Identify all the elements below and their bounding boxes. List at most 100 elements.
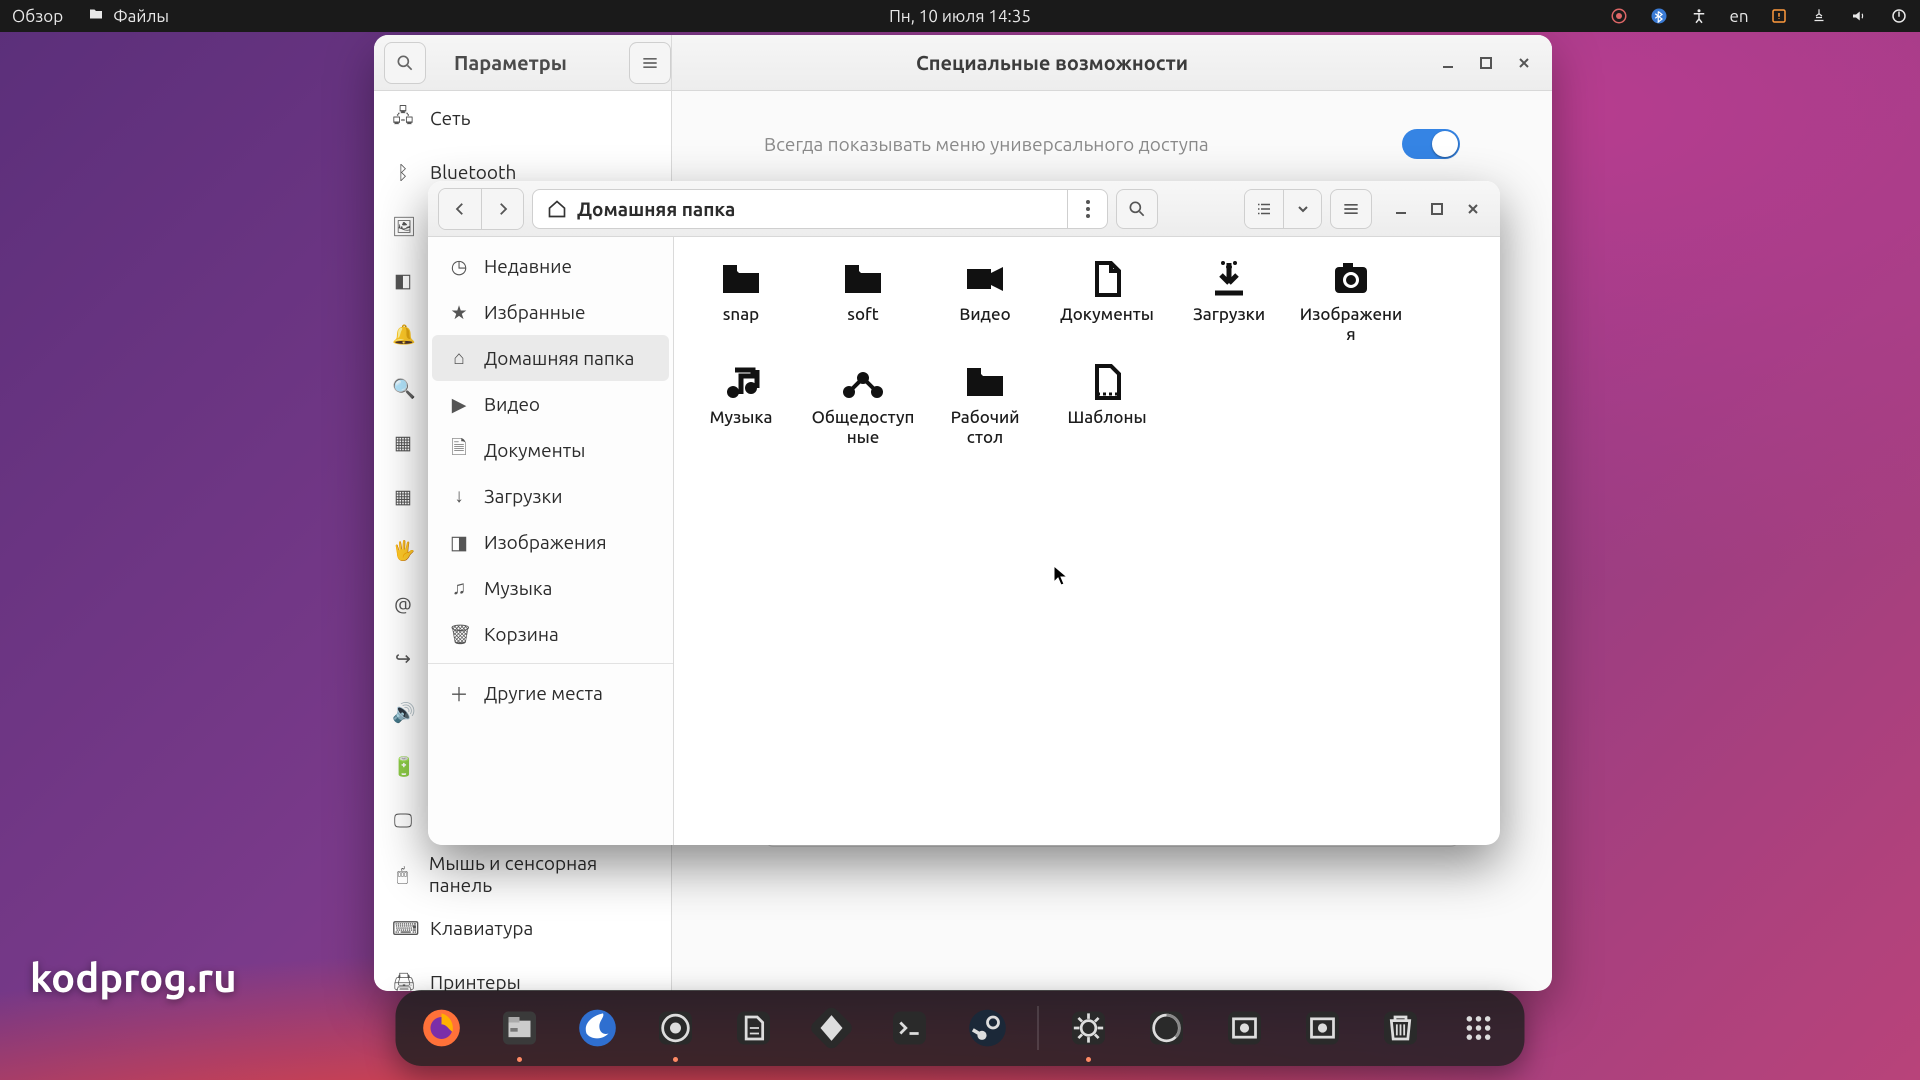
path-label: Домашняя папка xyxy=(577,198,735,220)
network-icon[interactable] xyxy=(1810,7,1828,25)
file-item[interactable]: soft xyxy=(808,253,918,352)
settings-sidebar-item[interactable]: 🖧Сеть xyxy=(374,91,671,145)
accessibility-icon[interactable] xyxy=(1690,7,1708,25)
dock-screenshot[interactable] xyxy=(1217,1000,1273,1056)
nav-forward-button[interactable] xyxy=(481,189,523,229)
settings-sidebar-item[interactable]: 🖨 Принтеры xyxy=(374,955,671,991)
files-sidebar-trash[interactable]: 🗑 Корзина xyxy=(432,611,669,657)
dock-trash[interactable] xyxy=(1373,1000,1429,1056)
file-label: Рабочий стол xyxy=(932,408,1038,449)
file-item[interactable]: Изображения xyxy=(1296,253,1406,352)
sidebar-icon: ⌨ xyxy=(392,917,414,940)
settings-sidebar-item[interactable]: ⌨Клавиатура xyxy=(374,901,671,955)
file-item[interactable]: Видео xyxy=(930,253,1040,352)
files-sidebar-pictures[interactable]: ◨Изображения xyxy=(432,519,669,565)
always-show-a11y-toggle[interactable] xyxy=(1402,129,1460,159)
files-sidebar[interactable]: ◷ Недавние ★Избранные⌂Домашняя папка ▶ Видео… xyxy=(428,237,674,845)
videos-icon: ▶ xyxy=(448,393,470,416)
folder-icon xyxy=(717,259,765,299)
app-menu-files[interactable]: Файлы xyxy=(87,5,169,27)
files-grid[interactable]: snap soft Видео ДокументыЗагрузки Изображени… xyxy=(674,237,1500,845)
dock-files[interactable] xyxy=(492,1000,548,1056)
updates-icon[interactable] xyxy=(1770,7,1788,25)
sidebar-icon: 🖵 xyxy=(392,809,414,832)
files-sidebar-documents[interactable]: 🗎Документы xyxy=(432,427,669,473)
file-item[interactable]: Рабочий стол xyxy=(930,356,1040,455)
dock-thunderbird[interactable] xyxy=(570,1000,626,1056)
file-item[interactable]: Загрузки xyxy=(1174,253,1284,352)
bluetooth-icon[interactable] xyxy=(1650,7,1668,25)
sidebar-icon: 🖨 xyxy=(392,971,414,992)
activities-label: Обзор xyxy=(12,7,63,26)
file-item[interactable]: Общедоступные xyxy=(808,356,918,455)
sidebar-icon: 🖼 xyxy=(392,215,414,238)
files-sidebar-label: Изображения xyxy=(484,531,607,553)
sidebar-icon: ◧ xyxy=(392,269,414,292)
file-label: soft xyxy=(847,305,878,325)
volume-icon[interactable] xyxy=(1850,7,1868,25)
dock-document[interactable] xyxy=(726,1000,782,1056)
minimize-button[interactable] xyxy=(1432,47,1464,79)
trash-icon: 🗑 xyxy=(448,623,470,646)
path-bar[interactable]: Домашняя папка xyxy=(532,189,1108,229)
dock-settings[interactable] xyxy=(1061,1000,1117,1056)
file-item[interactable]: Документы xyxy=(1052,253,1162,352)
file-item[interactable]: Музыка xyxy=(686,356,796,455)
files-sidebar-videos[interactable]: ▶ Видео xyxy=(432,381,669,427)
pictures-icon xyxy=(1327,259,1375,299)
files-sidebar-label: Недавние xyxy=(484,255,572,277)
maximize-button[interactable] xyxy=(1470,47,1502,79)
menu-button[interactable] xyxy=(629,42,671,84)
view-dropdown-button[interactable] xyxy=(1283,190,1321,228)
files-search-button[interactable] xyxy=(1116,189,1158,229)
top-panel: Обзор Файлы Пн, 10 июля 14:35 en xyxy=(0,0,1920,32)
sidebar-item-label: Принтеры xyxy=(430,971,521,991)
files-sidebar-downloads[interactable]: ↓Загрузки xyxy=(432,473,669,519)
files-sidebar-label: Видео xyxy=(484,393,540,415)
file-item[interactable]: snap xyxy=(686,253,796,352)
desktop-icon xyxy=(961,362,1009,402)
dock-terminal[interactable] xyxy=(882,1000,938,1056)
files-sidebar-label: Корзина xyxy=(484,623,559,645)
activities-button[interactable]: Обзор xyxy=(12,7,63,26)
folder-icon xyxy=(839,259,887,299)
file-label: Изображения xyxy=(1298,305,1404,346)
dock-firefox[interactable] xyxy=(414,1000,470,1056)
dock-apps[interactable] xyxy=(1451,1000,1507,1056)
settings-page-title: Специальные возможности xyxy=(672,51,1432,74)
dock-screenshot2[interactable] xyxy=(1295,1000,1351,1056)
sidebar-item-label: Bluetooth xyxy=(430,161,516,183)
files-maximize-button[interactable] xyxy=(1420,192,1454,226)
dock xyxy=(396,990,1525,1066)
close-button[interactable] xyxy=(1508,47,1540,79)
files-sidebar-starred[interactable]: ★Избранные xyxy=(432,289,669,335)
dock-steam[interactable] xyxy=(960,1000,1016,1056)
dock-obs[interactable] xyxy=(648,1000,704,1056)
clock[interactable]: Пн, 10 июля 14:35 xyxy=(889,7,1031,26)
recent-icon: ◷ xyxy=(448,255,470,278)
videos-icon xyxy=(961,259,1009,299)
dock-inkscape[interactable] xyxy=(804,1000,860,1056)
files-sidebar-recent[interactable]: ◷ Недавние xyxy=(432,243,669,289)
keyboard-layout[interactable]: en xyxy=(1730,7,1748,25)
files-sidebar-music[interactable]: ♫Музыка xyxy=(432,565,669,611)
files-sidebar-home[interactable]: ⌂Домашняя папка xyxy=(432,335,669,381)
search-button[interactable] xyxy=(384,42,426,84)
files-sidebar-label: Домашняя папка xyxy=(484,347,634,369)
nav-back-button[interactable] xyxy=(439,189,481,229)
record-indicator-icon[interactable] xyxy=(1610,7,1628,25)
path-more-button[interactable] xyxy=(1067,190,1107,228)
settings-sidebar-item[interactable]: 🖱Мышь и сенсорная панель xyxy=(374,847,671,901)
hamburger-button[interactable] xyxy=(1330,189,1372,229)
files-minimize-button[interactable] xyxy=(1384,192,1418,226)
power-icon[interactable] xyxy=(1890,7,1908,25)
sidebar-icon: 🖱 xyxy=(392,863,413,886)
dock-recorder[interactable] xyxy=(1139,1000,1195,1056)
settings-titlebar: Параметры Специальные возможности xyxy=(374,35,1552,91)
file-label: Видео xyxy=(959,305,1010,325)
list-view-button[interactable] xyxy=(1245,190,1283,228)
documents-icon: 🗎 xyxy=(448,434,470,466)
file-item[interactable]: Шаблоны xyxy=(1052,356,1162,455)
files-sidebar-other[interactable]: ＋Другие места xyxy=(432,670,669,716)
files-close-button[interactable] xyxy=(1456,192,1490,226)
